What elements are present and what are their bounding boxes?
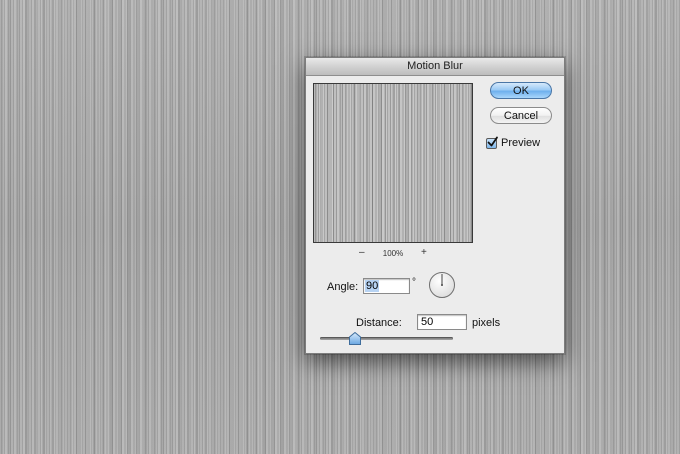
cancel-button[interactable]: Cancel <box>490 107 552 124</box>
preview-label: Preview <box>501 137 541 149</box>
degree-symbol: ° <box>412 277 416 288</box>
angle-input[interactable]: 90 <box>363 278 410 294</box>
distance-slider[interactable] <box>320 337 453 340</box>
angle-dial-icon[interactable] <box>428 271 456 299</box>
ok-button[interactable]: OK <box>490 82 552 99</box>
distance-label: Distance: <box>356 317 402 329</box>
zoom-controls: – 100% + <box>313 248 473 260</box>
motion-blur-dialog: Motion Blur – 100% + OK Cancel Preview A… <box>305 57 565 354</box>
distance-input[interactable]: 50 <box>417 314 467 330</box>
dialog-title: Motion Blur <box>306 58 564 76</box>
pixels-label: pixels <box>472 317 501 329</box>
preview-image[interactable] <box>313 83 473 243</box>
zoom-in-button[interactable]: + <box>421 248 427 258</box>
check-icon <box>487 136 498 147</box>
slider-thumb-icon[interactable] <box>348 332 361 345</box>
preview-checkbox[interactable] <box>486 136 498 149</box>
angle-value: 90 <box>365 280 380 292</box>
zoom-level: 100% <box>382 249 404 258</box>
angle-label: Angle: <box>327 281 359 293</box>
